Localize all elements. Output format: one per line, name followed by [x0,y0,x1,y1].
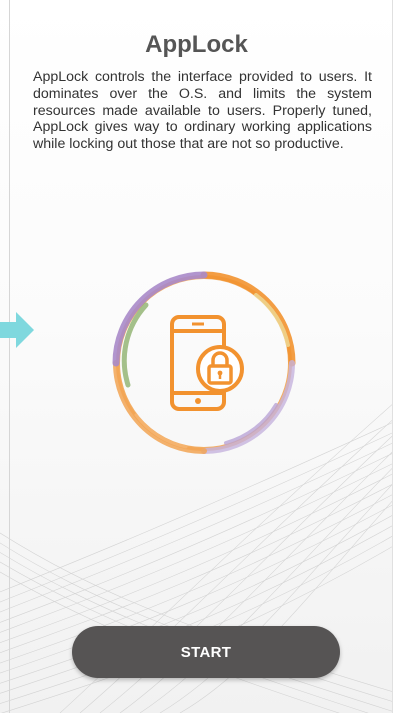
phone-lock-icon [112,271,296,454]
page-title: AppLock [145,31,248,58]
arrow-right-icon [0,312,34,348]
app-description: AppLock controls the interface provided … [33,69,372,153]
left-edge-line [9,0,10,713]
start-button[interactable]: START [72,626,340,678]
applock-screen: AppLock AppLock controls the interface p… [0,0,393,713]
